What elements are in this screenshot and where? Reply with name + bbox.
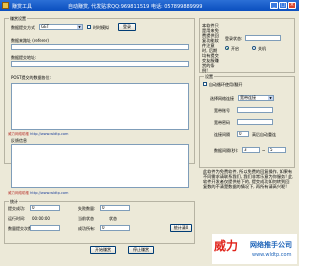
result-textarea[interactable] — [11, 144, 189, 188]
notice-bottom: 此软件为免费软件, 所以免费的回复操作, 如果有不同需求请联系我们, 我们非常乐… — [203, 169, 293, 189]
chevron-down-icon: ▼ — [268, 96, 273, 100]
maximize-button[interactable]: □ — [279, 2, 287, 9]
logo-mark: 威力 — [214, 239, 239, 253]
network-select[interactable]: 宽带连接 ▼ — [238, 95, 274, 101]
minimize-button[interactable]: _ — [270, 2, 278, 9]
promo-link-2[interactable]: 威力网络助推 http://www.wldtp.com — [8, 191, 68, 196]
submit-url-input[interactable] — [11, 61, 189, 67]
current-status-label: 当前状态 — [78, 216, 94, 221]
interval-input[interactable]: 0 — [237, 131, 249, 137]
interval-label: 连接间隔 — [214, 132, 230, 137]
loop-checkbox[interactable] — [203, 82, 207, 86]
post-data-label: POST提交的数据各位: — [11, 75, 51, 80]
submit-count-field[interactable] — [30, 225, 60, 231]
fail-count-field: 0 — [100, 205, 130, 211]
window-contact-info: 自动赚赏, 代发贴求QQ:969811519 电话: 057899889999 — [68, 4, 203, 10]
status-label: 状态 — [109, 216, 117, 221]
chevron-down-icon: ▼ — [77, 25, 82, 29]
brand-logo: 威力 网络推手公司 www.wldtp.com — [212, 234, 297, 264]
promo-link-1-url: http://www.wldtp.com — [30, 132, 69, 136]
account-label: 宽带账号 — [214, 108, 230, 113]
post-data-textarea[interactable] — [11, 83, 189, 130]
promo-link-2-url: http://www.wldtp.com — [30, 191, 69, 195]
interval-suffix: 高后自动重连 — [252, 132, 276, 137]
total-label: 成功所有: — [78, 226, 96, 231]
fail-label: 失败数量: — [78, 206, 96, 211]
simulate-checkbox[interactable] — [87, 25, 91, 29]
stats-group-label: 统计 — [9, 199, 19, 204]
start-button[interactable]: 开始赚赏 — [90, 246, 116, 254]
data-interval-label: 数据间隔(秒): — [214, 148, 239, 153]
runtime-label: 运行时间: — [8, 216, 26, 221]
client-area: 赚赏设置 数据提交方式 GET ▼ 时时模拟 登录 数据来路址 (referer… — [0, 11, 299, 266]
app-icon — [2, 2, 9, 9]
post-method-select[interactable]: GET ▼ — [39, 24, 83, 30]
total-count-field: 0 — [100, 225, 130, 231]
window-title: 赚赏工具 — [12, 4, 33, 10]
range-high-input[interactable]: 5 — [268, 147, 286, 153]
post-method-value: GET — [41, 24, 50, 29]
success-count-field: 0 — [30, 205, 60, 211]
reset-stats-button[interactable]: 统计清0 — [170, 224, 192, 232]
status-off-label: 关机 — [258, 46, 266, 51]
runtime-value: 00:00:00 — [32, 216, 50, 221]
notice-top: 本软件只是用来免费提供回复功能软件注意时, 后期均有提交交友服赚赏的条例! — [202, 23, 219, 73]
network-settings-label: 设置 — [204, 74, 214, 79]
stop-button[interactable]: 停止赚赏 — [128, 246, 154, 254]
login-status-field — [245, 35, 281, 41]
status-on-radio[interactable] — [225, 46, 229, 50]
password-input[interactable] — [237, 119, 273, 125]
login-button[interactable]: 登录 — [118, 23, 136, 31]
promo-link-1-name: 威力网络助推 — [8, 132, 29, 136]
logo-site: www.wldtp.com — [252, 252, 292, 258]
close-button[interactable]: × — [288, 2, 296, 9]
network-select-value: 宽带连接 — [240, 95, 256, 100]
settings-group-label: 赚赏设置 — [9, 16, 27, 21]
referer-input[interactable] — [11, 44, 189, 50]
promo-link-2-name: 威力网络助推 — [8, 191, 29, 195]
status-on-label: 开启 — [231, 46, 239, 51]
password-label: 宽带密码 — [214, 120, 230, 125]
range-low-input[interactable]: 3 — [242, 147, 260, 153]
logo-brand: 网络推手公司 — [250, 241, 292, 249]
status-off-radio[interactable] — [252, 46, 256, 50]
range-separator: ~ — [262, 148, 266, 153]
post-method-label: 数据提交方式 — [11, 25, 35, 30]
loop-label: 自动循环使用/翻开 — [209, 82, 243, 87]
success-label: 提交成功: — [8, 206, 26, 211]
account-input[interactable] — [237, 107, 273, 113]
login-status-label: 登录状态: — [225, 36, 243, 41]
promo-link-1[interactable]: 威力网络助推 http://www.wldtp.com — [8, 132, 68, 137]
simulate-label: 时时模拟 — [93, 25, 109, 30]
title-bar: 赚赏工具 自动赚赏, 代发贴求QQ:969811519 电话: 05789988… — [0, 0, 299, 11]
network-select-label: 选择网络连接 — [210, 96, 234, 101]
